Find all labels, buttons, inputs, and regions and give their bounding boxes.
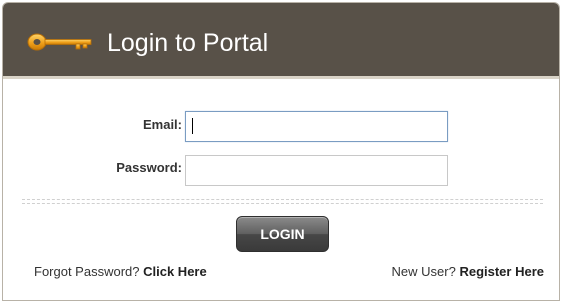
divider (22, 203, 543, 204)
page-title: Login to Portal (107, 29, 269, 57)
text-caret (192, 118, 193, 134)
password-label: Password: (116, 160, 182, 175)
register-row: New User? Register Here (392, 264, 544, 279)
divider (22, 199, 543, 200)
login-panel: Login to Portal (2, 2, 560, 301)
email-label: Email: (142, 117, 182, 132)
register-link[interactable]: Register Here (459, 264, 544, 279)
password-field[interactable] (185, 155, 448, 186)
forgot-password-text: Forgot Password? (34, 264, 140, 279)
header-bar: Login to Portal (3, 3, 559, 79)
login-button[interactable]: LOGIN (236, 216, 329, 252)
key-icon (27, 33, 92, 51)
email-field[interactable] (185, 111, 448, 142)
forgot-password-row: Forgot Password? Click Here (34, 264, 207, 279)
new-user-text: New User? (391, 264, 456, 279)
forgot-password-link[interactable]: Click Here (143, 264, 207, 279)
